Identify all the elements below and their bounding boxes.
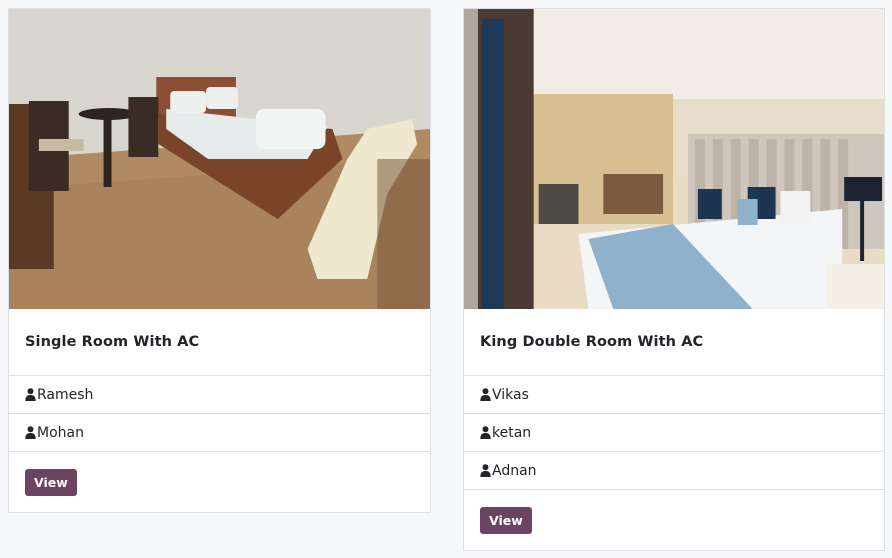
room-title: King Double Room With AC [480, 334, 704, 350]
room-title: Single Room With AC [25, 334, 200, 350]
view-button[interactable]: View [25, 468, 77, 496]
guest-name: Mohan [37, 424, 84, 441]
guest-item: ketan [464, 414, 884, 452]
room-card: King Double Room With AC Vikas ketan Adn… [463, 8, 885, 551]
room-photo [9, 9, 430, 309]
guest-item: Mohan [9, 414, 430, 452]
guest-item: Adnan [464, 452, 884, 490]
guest-item: Ramesh [9, 376, 430, 414]
guest-name: ketan [492, 424, 532, 441]
user-icon [480, 388, 491, 401]
room-card: Single Room With AC Ramesh Mohan View [8, 8, 431, 513]
user-icon [480, 464, 491, 477]
guest-name: Adnan [492, 462, 537, 479]
guest-name: Vikas [492, 386, 529, 403]
room-photo [464, 9, 884, 309]
guest-item: Vikas [464, 376, 884, 414]
user-icon [25, 388, 36, 401]
view-button[interactable]: View [480, 506, 532, 534]
user-icon [25, 426, 36, 439]
guest-name: Ramesh [37, 386, 94, 403]
user-icon [480, 426, 491, 439]
